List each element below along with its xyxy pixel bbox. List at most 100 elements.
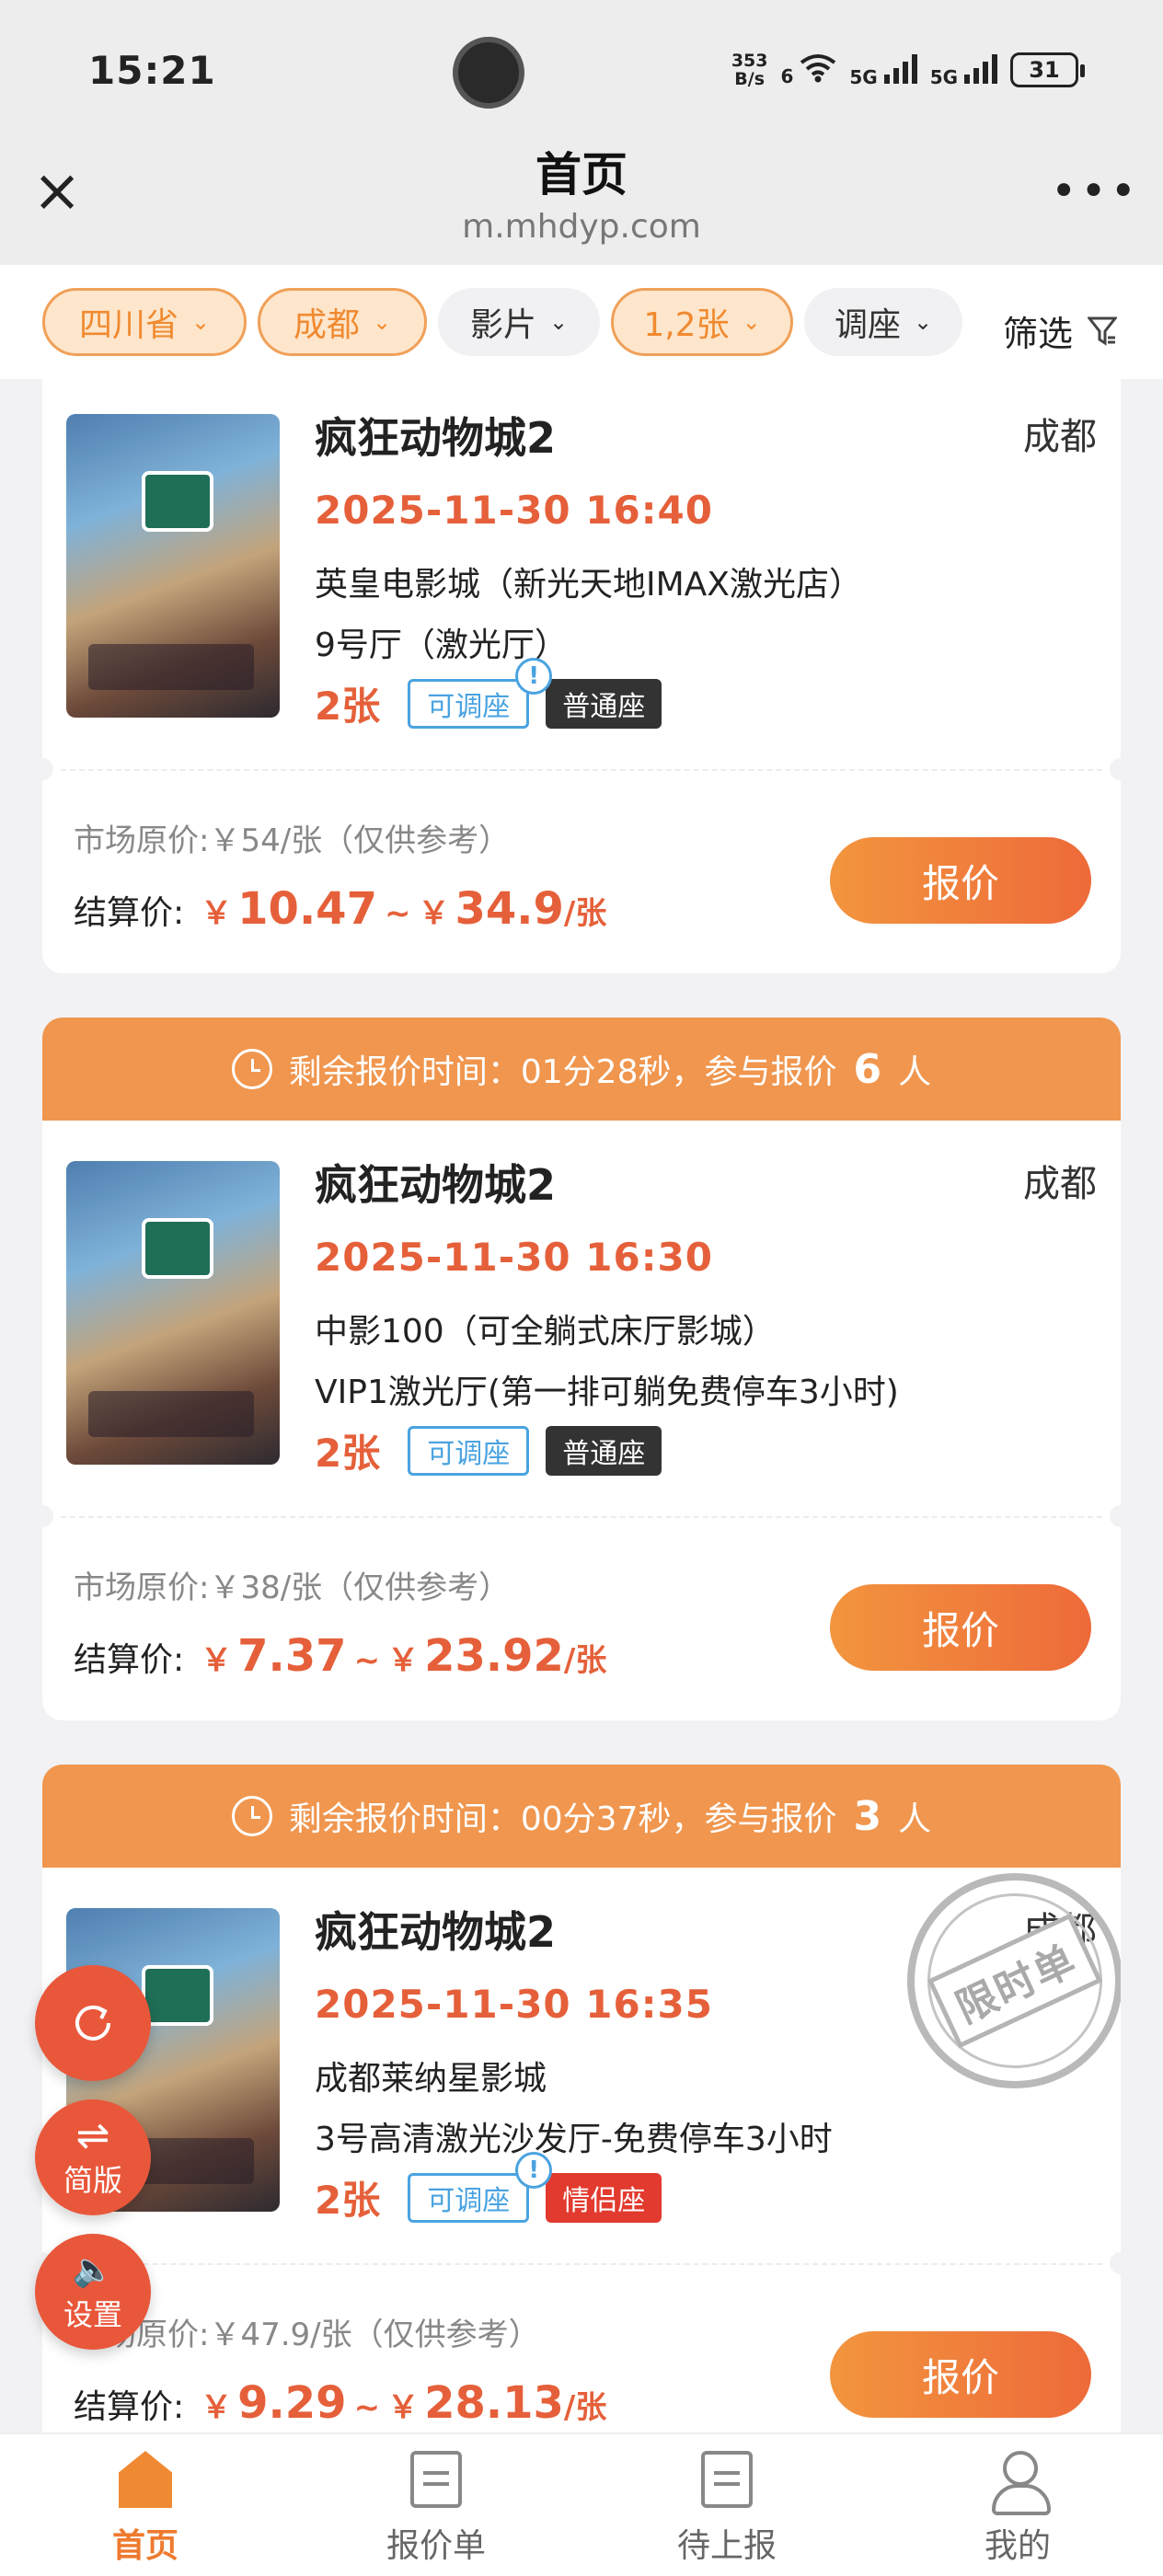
quote-button[interactable]: 报价: [830, 1584, 1091, 1671]
cinema-name: 英皇电影城（新光天地IMAX激光店）: [315, 566, 862, 604]
price-range-sep: ~: [384, 895, 411, 932]
document-icon: [701, 2451, 753, 2508]
tab-home-label: 首页: [111, 2527, 178, 2565]
order-card[interactable]: 疯狂动物城2 成都 2025-11-30 16:40 英皇电影城（新光天地IMA…: [42, 379, 1121, 973]
simple-mode-button[interactable]: ⇌ 简版: [35, 2099, 151, 2215]
adjust-seat-tag: 可调座: [408, 1425, 530, 1476]
price-low: 9.29: [237, 2377, 347, 2429]
card-divider: [61, 769, 1102, 771]
seat-type-tag: 普通座: [546, 678, 662, 729]
settle-price: 结算价: ￥ 10.47 ~ ￥ 34.9/张: [74, 883, 606, 935]
price-unit: /张: [563, 2389, 607, 2426]
price-low: 10.47: [237, 883, 377, 935]
currency-symbol: ￥: [418, 895, 450, 932]
info-icon[interactable]: !: [515, 657, 553, 695]
movie-title: 疯狂动物城2: [315, 1160, 557, 1210]
card-divider: [61, 1516, 1102, 1518]
card-divider: [61, 2263, 1102, 2265]
settle-label: 结算价:: [74, 894, 185, 932]
stamp-text: 限时单: [927, 1913, 1103, 2049]
price-unit: /张: [563, 1642, 607, 1679]
tab-pending[interactable]: 待上报: [582, 2434, 872, 2576]
market-price: 市场原价:￥54/张（仅供参考）: [74, 822, 511, 859]
home-icon: [119, 2451, 172, 2508]
currency-symbol: ￥: [387, 1642, 420, 1679]
filter-province[interactable]: 四川省 ⌄: [42, 288, 247, 356]
tab-quotes-label: 报价单: [386, 2527, 486, 2565]
showtime: 2025-11-30 16:40: [315, 488, 713, 533]
filter-seat-adjust[interactable]: 调座 ⌄: [804, 288, 962, 356]
filter-city[interactable]: 成都 ⌄: [258, 288, 427, 356]
sim1-label: 5G: [849, 65, 878, 88]
adjust-seat-label: 可调座: [427, 1437, 511, 1470]
bottom-tab-bar: 首页 报价单 待上报 我的: [0, 2432, 1163, 2576]
order-card[interactable]: 剩余报价时间：00分37秒，参与报价3人 疯狂动物城2 成都 2025-11-3…: [42, 1765, 1121, 2432]
document-icon: [410, 2451, 462, 2508]
wifi-label: 6: [780, 64, 794, 87]
city-label: 成都: [1023, 1163, 1097, 1205]
adjust-seat-tag: 可调座!: [408, 657, 553, 729]
tab-home[interactable]: 首页: [0, 2434, 291, 2576]
cinema-name: 成都莱纳星影城: [315, 2060, 547, 2098]
chevron-down-icon: ⌄: [372, 309, 392, 335]
filter-quantity[interactable]: 1,2张 ⌄: [611, 288, 793, 356]
signal-sim2-icon: 5G: [930, 52, 997, 88]
filter-movie-label: 影片: [469, 306, 536, 344]
battery-icon: 31: [1010, 52, 1085, 87]
filter-province-label: 四川省: [78, 306, 178, 344]
movie-poster: [66, 1161, 280, 1465]
currency-symbol: ￥: [201, 2389, 233, 2426]
chevron-down-icon: ⌄: [742, 309, 761, 335]
card-notch: [1110, 1505, 1121, 1527]
seat-type-tag: 情侣座: [546, 2172, 662, 2223]
speaker-icon: 🔈: [72, 2251, 114, 2289]
settle-price: 结算价: ￥ 7.37 ~ ￥ 23.92/张: [74, 1630, 606, 1682]
stamp-inner-ring: 限时单: [898, 1864, 1121, 2098]
adjust-seat-tag: 可调座!: [408, 2151, 553, 2223]
tab-pending-label: 待上报: [676, 2527, 777, 2565]
swap-icon: ⇌: [75, 2112, 110, 2159]
price-high: 34.9: [455, 883, 564, 935]
card-notch: [1110, 758, 1121, 780]
price-range-sep: ~: [353, 2389, 381, 2426]
ticket-qty: 2张: [315, 2178, 381, 2223]
filter-movie[interactable]: 影片 ⌄: [438, 288, 600, 356]
ticket-tags: 2张 可调座! 情侣座: [315, 2151, 662, 2225]
tab-quotes[interactable]: 报价单: [291, 2434, 582, 2576]
filter-seat-adjust-label: 调座: [834, 306, 901, 344]
more-icon[interactable]: •••: [1051, 169, 1140, 213]
quote-button[interactable]: 报价: [830, 837, 1091, 924]
settings-label: 设置: [63, 2297, 122, 2332]
tab-mine[interactable]: 我的: [872, 2434, 1163, 2576]
participant-count: 3: [853, 1792, 882, 1840]
movie-title: 疯狂动物城2: [315, 413, 557, 463]
price-unit: /张: [563, 895, 607, 932]
filter-button-label: 筛选: [1002, 314, 1073, 354]
clock-icon: [231, 1049, 272, 1089]
card-notch: [42, 1505, 53, 1527]
limited-order-stamp: 限时单: [871, 1837, 1121, 2124]
participant-unit: 人: [898, 1800, 932, 1838]
tab-mine-label: 我的: [984, 2527, 1051, 2565]
hall-name: VIP1激光厅(第一排可躺免费停车3小时): [315, 1374, 899, 1411]
price-range-sep: ~: [353, 1642, 381, 1679]
hall-name: 3号高清激光沙发厅-免费停车3小时: [315, 2121, 833, 2158]
settle-price: 结算价: ￥ 9.29 ~ ￥ 28.13/张: [74, 2377, 606, 2429]
settings-button[interactable]: 🔈 设置: [35, 2234, 151, 2350]
settle-label: 结算价:: [74, 2388, 185, 2426]
ticket-tags: 2张 可调座! 普通座: [315, 657, 662, 731]
countdown-text: 剩余报价时间：01分28秒，参与报价: [288, 1053, 837, 1091]
signal-sim1-icon: 5G: [849, 52, 917, 88]
quote-button[interactable]: 报价: [830, 2331, 1091, 2418]
showtime: 2025-11-30 16:35: [315, 1982, 713, 2027]
battery-level: 31: [1029, 57, 1060, 83]
order-card[interactable]: 剩余报价时间：01分28秒，参与报价 6 人 疯狂动物城2 成都 2025-11-3…: [42, 1018, 1121, 1720]
participant-unit: 人: [898, 1053, 932, 1091]
filter-button[interactable]: 筛选: [1003, 305, 1117, 356]
net-speed-unit: B/s: [734, 69, 766, 89]
refresh-button[interactable]: [35, 1965, 151, 2081]
filter-quantity-label: 1,2张: [643, 306, 730, 344]
info-icon[interactable]: !: [515, 2151, 553, 2189]
participant-count: 6: [853, 1045, 882, 1093]
cinema-name: 中影100（可全躺式床厅影城）: [315, 1313, 776, 1351]
